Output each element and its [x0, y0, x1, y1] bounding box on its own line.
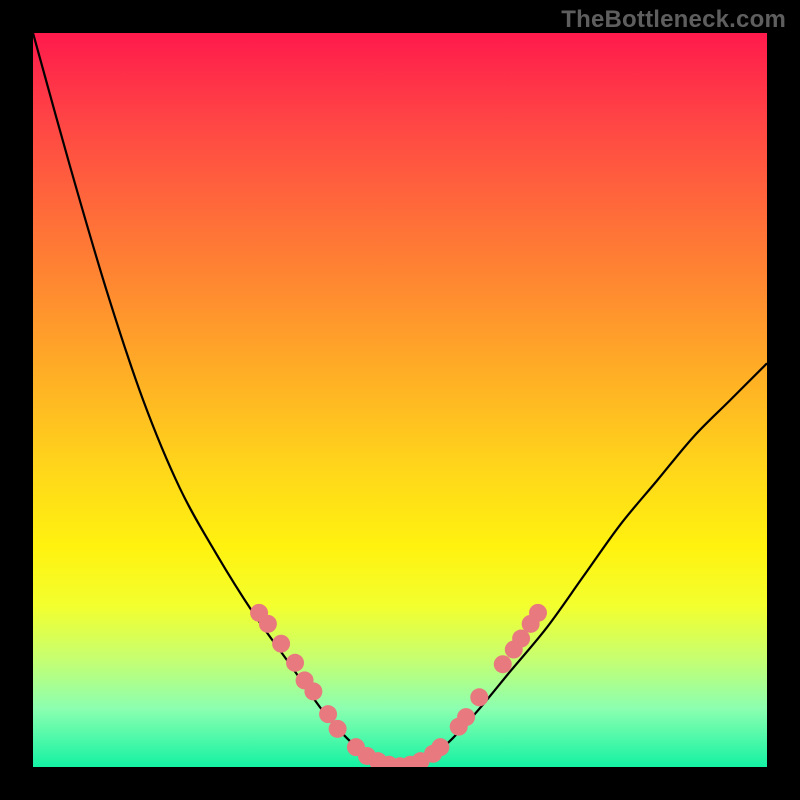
curve-marker	[470, 688, 488, 706]
curve-marker	[450, 718, 468, 736]
curve-marker	[296, 671, 314, 689]
curve-marker	[512, 630, 530, 648]
curve-marker	[319, 705, 337, 723]
curve-marker	[431, 738, 449, 756]
curve-marker	[329, 720, 347, 738]
curve-marker	[347, 738, 365, 756]
curve-marker	[412, 752, 430, 767]
curve-marker	[529, 604, 547, 622]
curve-marker	[505, 641, 523, 659]
curve-marker	[391, 757, 409, 767]
curve-marker	[250, 604, 268, 622]
curve-marker	[401, 756, 419, 767]
chart-stage: TheBottleneck.com	[0, 0, 800, 800]
bottleneck-curve	[33, 33, 767, 767]
curve-marker	[494, 655, 512, 673]
curve-marker	[272, 635, 290, 653]
curve-marker	[369, 752, 387, 767]
watermark-text: TheBottleneck.com	[561, 6, 786, 34]
curve-marker	[304, 682, 322, 700]
bottleneck-curve-path	[33, 33, 767, 767]
curve-marker	[358, 747, 376, 765]
curve-marker	[522, 615, 540, 633]
curve-marker	[286, 654, 304, 672]
curve-marker	[424, 745, 442, 763]
plot-area	[33, 33, 767, 767]
curve-marker	[259, 615, 277, 633]
curve-marker	[457, 708, 475, 726]
marker-group	[250, 604, 547, 767]
curve-marker	[380, 756, 398, 767]
